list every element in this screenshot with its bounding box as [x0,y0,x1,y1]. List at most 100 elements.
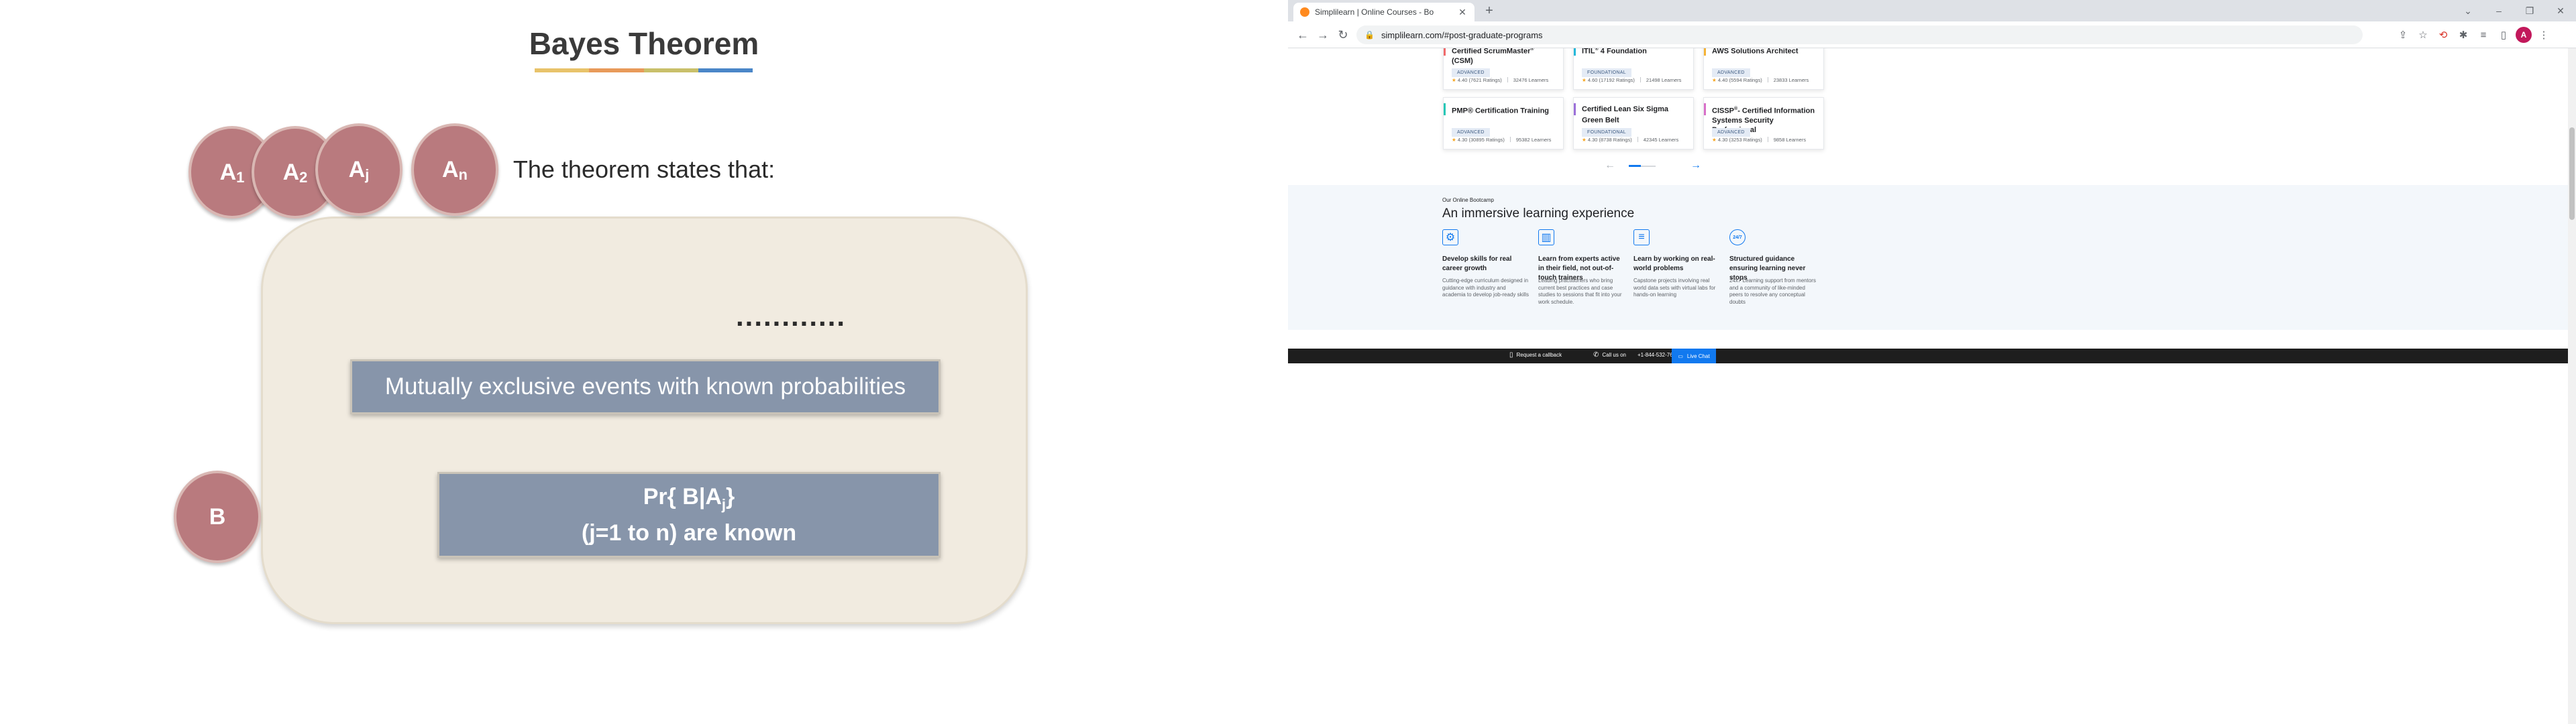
profile-avatar[interactable]: A [2516,27,2532,43]
course-learners: 32476 Learners [1513,77,1549,83]
course-title-text: Certified Lean Six Sigma Green Belt [1582,105,1668,125]
course-learners: 23833 Learners [1773,77,1809,83]
course-learners: 21498 Learners [1646,77,1682,83]
bayes-diagram-panel [261,217,1028,624]
feature-title: Structured guidance ensuring learning ne… [1729,255,1806,282]
meta-separator [1640,77,1641,82]
event-circle-subscript: n [458,166,468,183]
course-title: AWS Solutions Architect [1712,48,1817,65]
extensions-puzzle-icon[interactable]: ✱ [2455,27,2471,43]
ellipsis-dots: ............ [736,300,847,332]
browser-toolbar: ← → ↻ 🔒 simplilearn.com/#post-graduate-p… [1288,21,2576,48]
slide-title: Bayes Theorem [529,26,759,61]
briefcase-icon: ⚙ [1442,229,1458,245]
page-viewport: Certified ScrumMaster® (CSM) ADVANCED ★ … [1288,48,2576,724]
event-circle-label: A [348,156,366,182]
course-meta: ★ 4.40 (5594 Ratings) 23833 Learners [1712,77,1809,83]
live-chat-label: Live Chat [1686,353,1710,359]
event-circle-an: An [411,123,498,216]
pager-active-indicator [1629,165,1641,167]
level-badge: FOUNDATIONAL [1582,68,1631,77]
address-bar[interactable]: 🔒 simplilearn.com/#post-graduate-program… [1356,25,2363,44]
course-card[interactable]: PMP® Certification Training ADVANCED ★ 4… [1443,97,1564,149]
phone-icon: ✆ [1593,351,1599,359]
course-meta: ★ 4.30 (8738 Ratings) 42345 Learners [1582,137,1678,143]
page-scrollbar[interactable] [2568,48,2576,724]
minimize-icon[interactable]: – [2483,0,2514,21]
back-icon[interactable]: ← [1295,27,1311,43]
address-url: simplilearn.com/#post-graduate-programs [1381,29,1543,40]
event-circle-subscript: j [365,166,370,183]
course-card[interactable]: Certified ScrumMaster® (CSM) ADVANCED ★ … [1443,48,1564,90]
course-card[interactable]: CISSP®- Certified Information Systems Se… [1703,97,1824,149]
level-badge: FOUNDATIONAL [1582,128,1631,137]
meta-separator [1507,77,1508,82]
request-callback-link[interactable]: ▯ Request a callback [1509,351,1562,359]
underline-segment [698,68,753,72]
bootcamp-section: Our Online Bootcamp An immersive learnin… [1288,185,2568,330]
sticky-contact-bar: ▯ Request a callback ✆ Call us on +1-844… [1288,349,2568,363]
event-circle-label: A [441,156,459,182]
star-icon: ★ [1712,77,1717,83]
course-card[interactable]: AWS Solutions Architect ADVANCED ★ 4.40 … [1703,48,1824,90]
chat-bubble-icon: ▭ [1678,353,1683,359]
card-accent-bar [1444,48,1446,56]
course-title: CISSP®- Certified Information Systems Se… [1712,105,1817,134]
bookmark-star-icon[interactable]: ☆ [2415,27,2431,43]
restore-icon[interactable]: ❐ [2514,0,2545,21]
star-icon: ★ [1452,137,1456,143]
extension-red-icon[interactable]: ⟲ [2435,27,2451,43]
menu-kebab-icon[interactable]: ⋮ [2536,27,2552,43]
course-learners: 42345 Learners [1643,137,1679,143]
star-icon: ★ [1712,137,1717,143]
media-queue-icon[interactable]: ≡ [2475,27,2491,43]
tab-strip: Simplilearn | Online Courses - Bo ✕ + ⌄ … [1288,0,2576,21]
event-circle-subscript: 1 [236,169,245,186]
carousel-pager: ← → [1605,160,1712,173]
course-card[interactable]: Certified Lean Six Sigma Green Belt FOUN… [1573,97,1694,149]
call-us-link[interactable]: ✆ Call us on +1-844-532-7688 [1593,351,1679,359]
new-tab-button[interactable]: + [1481,3,1497,19]
toolbar-icons: ⇪ ☆ ⟲ ✱ ≡ ▯ A ⋮ [2395,27,2552,43]
tab-close-icon[interactable]: ✕ [1457,7,1468,18]
close-window-icon[interactable]: ✕ [2545,0,2576,21]
feature-item: ▥ Learn from experts active in their fie… [1538,229,1625,306]
course-title-text: ITIL [1582,48,1595,56]
course-title-rest: (CSM) [1452,56,1473,65]
reload-icon[interactable]: ↻ [1335,27,1351,43]
probability-suffix: } [726,484,735,510]
feature-title: Learn from experts active in their field… [1538,255,1620,282]
probability-line-1: Pr{ B|Aj} [439,483,938,519]
event-circle-aj: Aj [315,123,402,216]
browser-tab[interactable]: Simplilearn | Online Courses - Bo ✕ [1293,3,1474,21]
share-icon[interactable]: ⇪ [2395,27,2411,43]
course-meta: ★ 4.30 (3253 Ratings) 9858 Learners [1712,137,1806,143]
favicon-icon [1300,7,1309,17]
live-chat-button[interactable]: ▭ Live Chat [1672,349,1716,363]
scrollbar-thumb[interactable] [2569,127,2575,220]
course-title-text: PMP® Certification Training [1452,107,1550,115]
star-icon: ★ [1582,137,1587,143]
feature-title: Learn by working on real-world problems [1633,255,1715,272]
feature-description: Capstone projects involving real world d… [1633,278,1716,298]
course-title-sup: ® [1530,48,1534,52]
tab-search-icon[interactable]: ⌄ [2453,0,2483,21]
forward-icon[interactable]: → [1315,27,1331,43]
card-accent-bar [1444,103,1446,115]
bootcamp-heading: An immersive learning experience [1442,206,1635,221]
card-accent-bar [1704,48,1706,56]
card-accent-bar [1574,48,1576,56]
document-icon: ≡ [1633,229,1650,245]
course-meta: ★ 4.40 (7621 Ratings) 32476 Learners [1452,77,1548,83]
feature-description: Cutting-edge curriculum designed in guid… [1442,278,1529,298]
next-arrow-icon[interactable]: → [1690,160,1701,172]
prev-arrow-icon[interactable]: ← [1605,160,1615,172]
side-panel-icon[interactable]: ▯ [2496,27,2512,43]
mutually-exclusive-box: Mutually exclusive events with known pro… [350,359,941,414]
course-title: PMP® Certification Training [1452,105,1556,125]
feature-item: 24/7 Structured guidance ensuring learni… [1729,229,1817,306]
star-icon: ★ [1582,77,1587,83]
meta-separator [1509,137,1511,142]
underline-segment [643,68,698,72]
course-card[interactable]: ITIL® 4 Foundation FOUNDATIONAL ★ 4.60 (… [1573,48,1694,90]
